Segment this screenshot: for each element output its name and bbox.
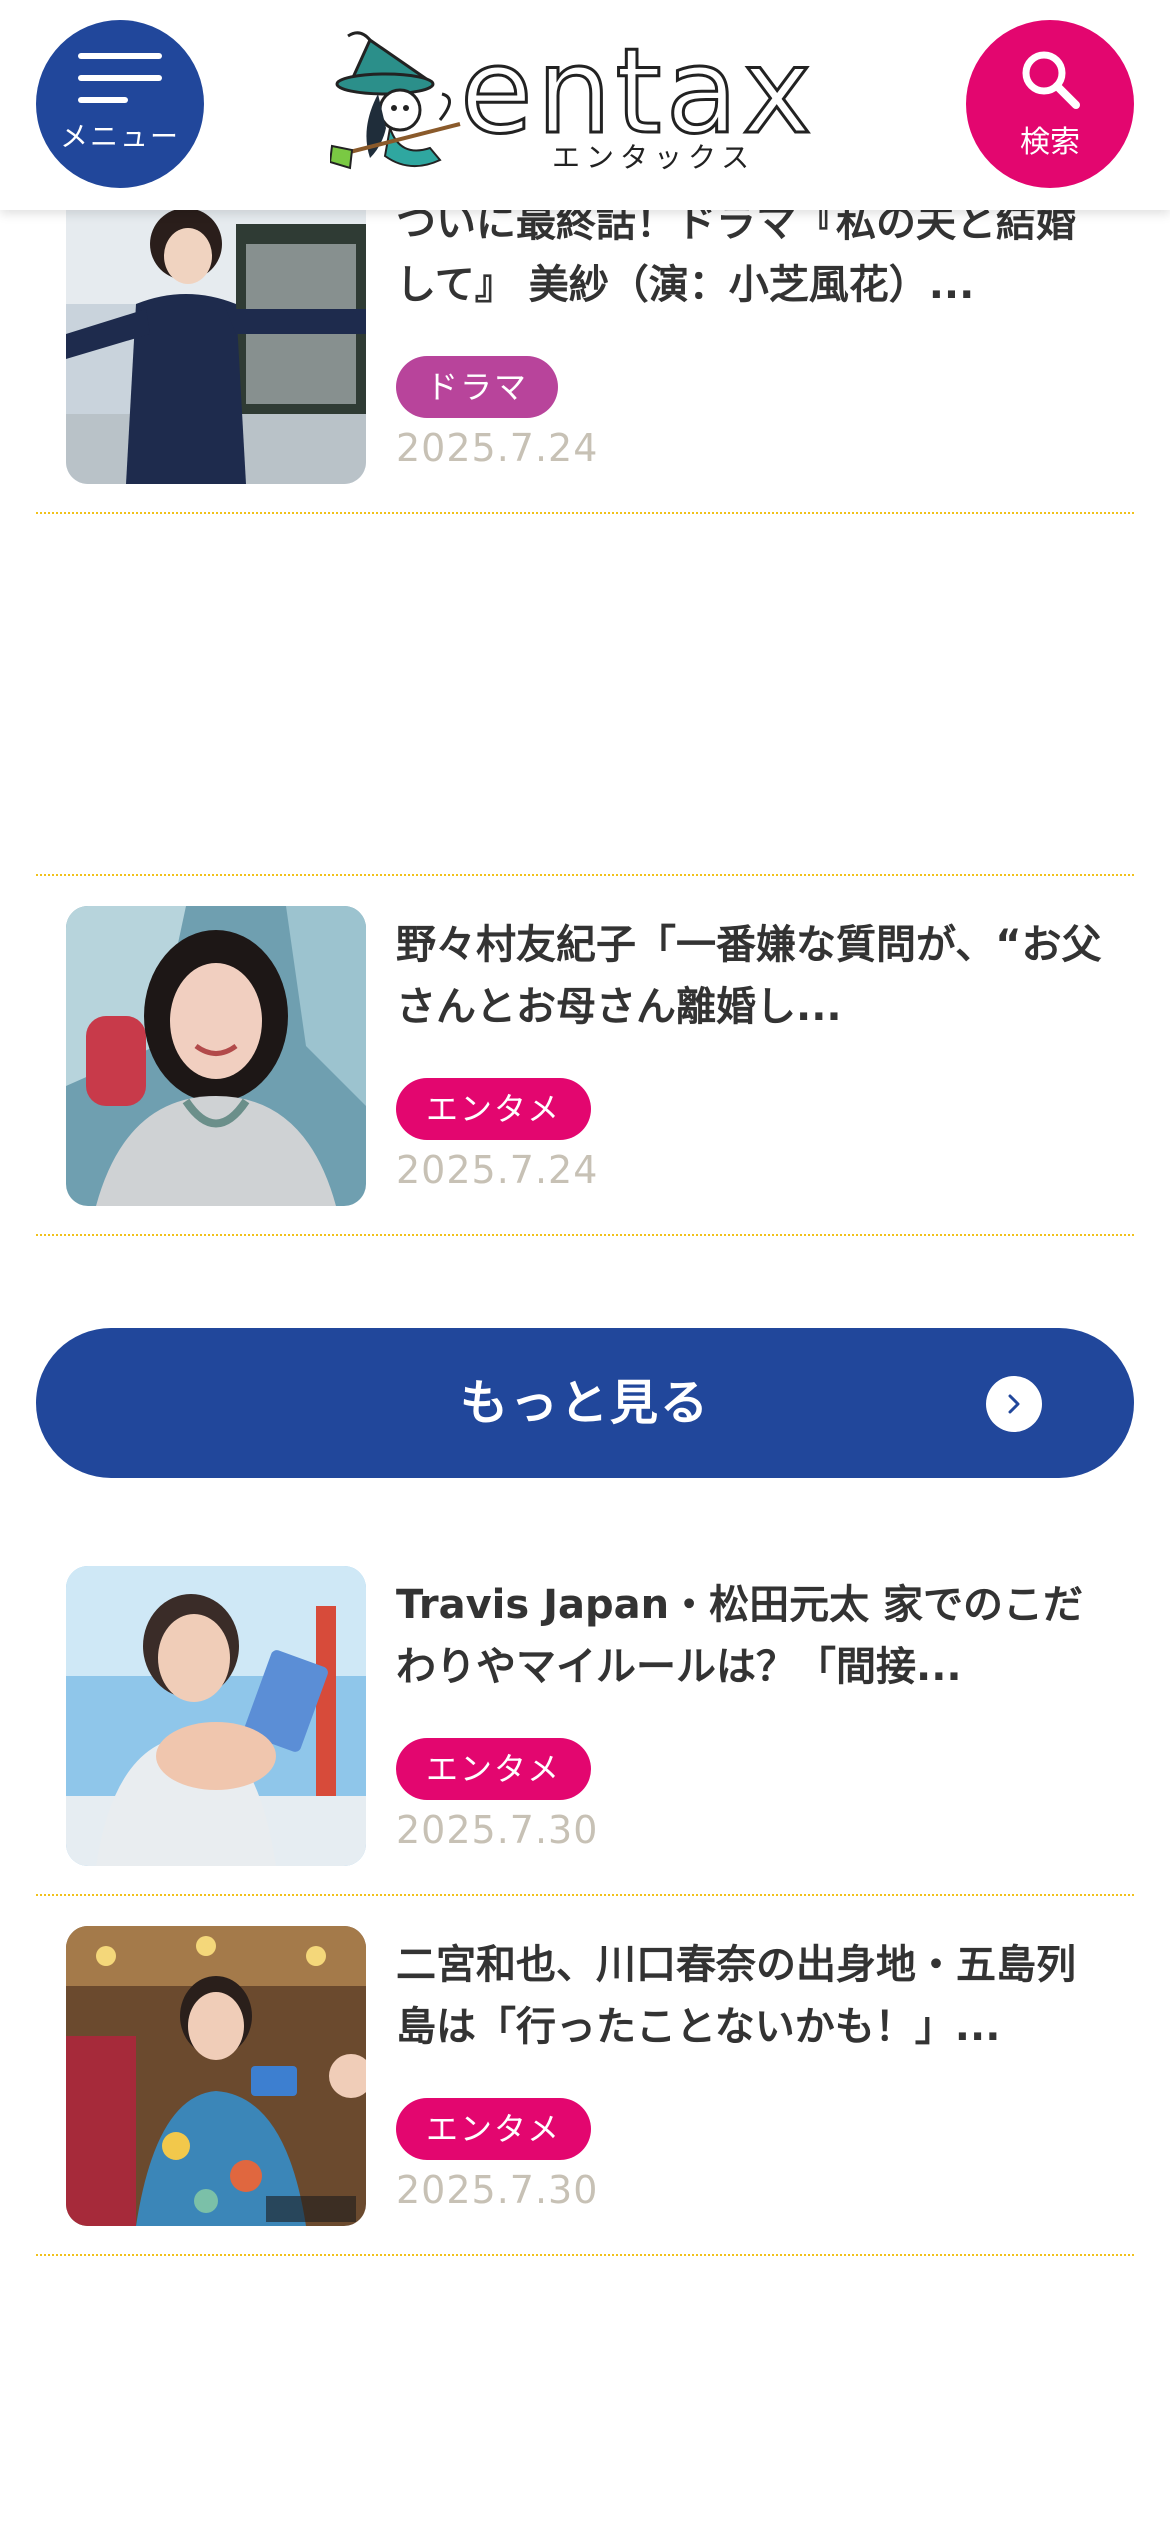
search-icon [1022,51,1080,109]
article-title[interactable]: 二宮和也、川口春奈の出身地・五島列島は「行ったことないかも！」... [396,1934,1106,2058]
logo-kana: エンタックス [552,141,756,174]
more-button[interactable]: もっと見る [36,1328,1134,1478]
article-thumbnail[interactable] [66,184,366,484]
menu-button[interactable]: メニュー [36,20,204,188]
logo-wordmark: entax [459,22,816,160]
site-header: メニュー entax エンタックス 検索 [0,0,1170,210]
search-label: 検索 [1020,125,1080,160]
article-title[interactable]: Travis Japan・松田元太 家でのこだわりやマイルールは？「間接... [396,1574,1106,1698]
article-title[interactable]: 野々村友紀子「一番嫌な質問が、“お父さんとお母さん離婚し... [396,914,1106,1038]
category-tag[interactable]: エンタメ [396,2098,592,2160]
article-item[interactable]: 二宮和也、川口春奈の出身地・五島列島は「行ったことないかも！」... エンタメ … [36,1896,1134,2256]
article-thumbnail[interactable] [66,906,366,1206]
ad-space [36,514,1134,876]
hamburger-icon [78,53,162,105]
article-item[interactable]: Travis Japan・松田元太 家でのこだわりやマイルールは？「間接... … [36,1536,1134,1896]
category-tag[interactable]: エンタメ [396,1078,592,1140]
article-thumbnail[interactable] [66,1926,366,2226]
article-date: 2025.7.30 [396,2168,599,2212]
article-thumbnail[interactable] [66,1566,366,1866]
search-button[interactable]: 検索 [966,20,1134,188]
chevron-right-icon [986,1376,1042,1432]
article-item[interactable]: 野々村友紀子「一番嫌な質問が、“お父さんとお母さん離婚し... エンタメ 202… [36,876,1134,1236]
more-button-label: もっと見る [459,1375,710,1431]
article-date: 2025.7.24 [396,1148,599,1192]
site-logo[interactable]: entax エンタックス [330,28,840,178]
article-title[interactable]: ついに最終話！ドラマ『私の夫と結婚して』 美紗（演：小芝風花）... [396,192,1106,316]
article-date: 2025.7.30 [396,1808,599,1852]
category-tag[interactable]: ドラマ [396,356,559,418]
article-date: 2025.7.24 [396,426,599,470]
menu-label: メニュー [59,120,180,153]
category-tag[interactable]: エンタメ [396,1738,592,1800]
witch-mascot-icon [330,31,461,170]
